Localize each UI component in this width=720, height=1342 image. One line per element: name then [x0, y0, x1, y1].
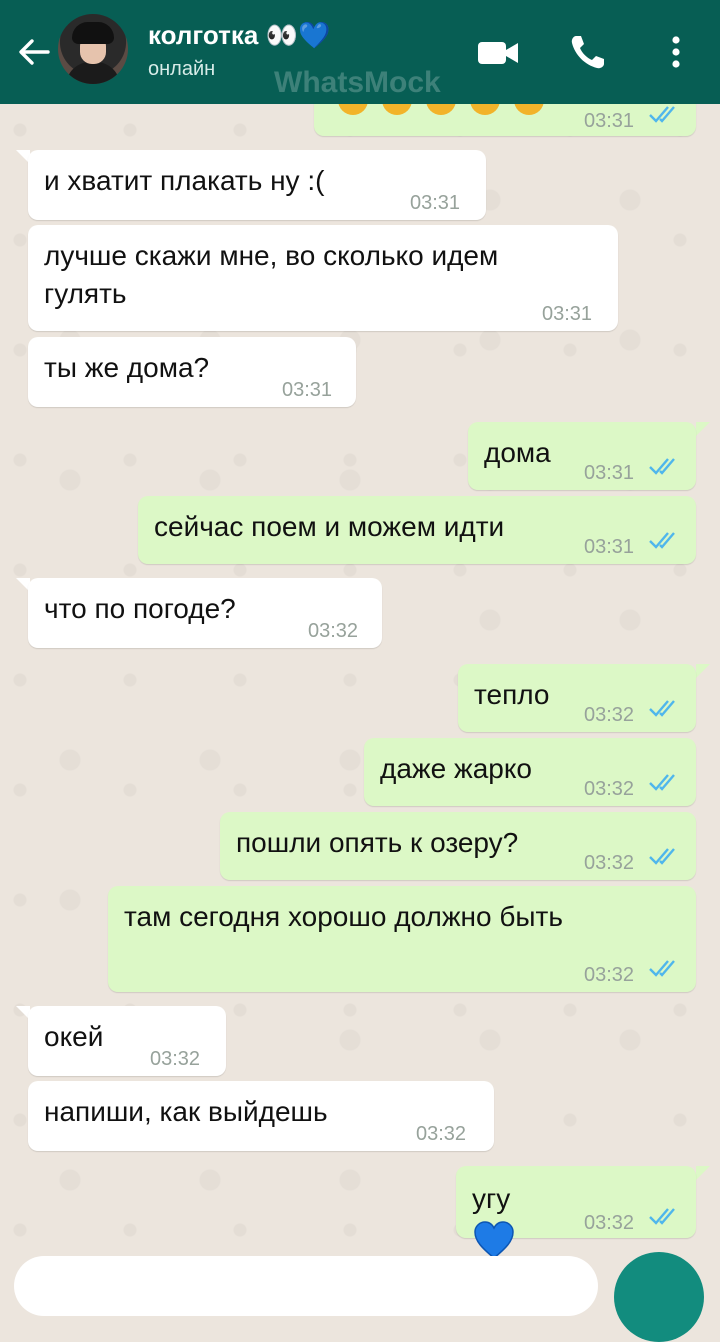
message-text: угу — [472, 1180, 516, 1262]
double-check-icon — [649, 960, 675, 977]
message-text: там сегодня хорошо должно быть — [124, 901, 563, 932]
message-time: 03:31 — [282, 379, 333, 401]
back-arrow-icon[interactable] — [14, 32, 54, 72]
message-time: 03:32 — [584, 964, 635, 986]
watermark: WhatsMock — [274, 66, 441, 99]
message-time: 03:32 — [584, 778, 635, 800]
message-time: 03:32 — [150, 1048, 201, 1070]
mic-button[interactable] — [614, 1252, 704, 1342]
message-time: 03:32 — [584, 1212, 635, 1234]
message-bubble-incoming[interactable]: и хватит плакать ну :( 03:31 — [28, 150, 486, 220]
double-check-icon — [649, 458, 675, 475]
message-bubble-outgoing[interactable]: дома 03:31 — [468, 422, 696, 490]
message-bubble-incoming[interactable]: ты же дома? 03:31 — [28, 337, 356, 407]
message-bubble-outgoing[interactable]: там сегодня хорошо должно быть 03:32 — [108, 886, 696, 992]
message-text: сейчас поем и можем идти — [154, 511, 505, 542]
contact-status: онлайн — [148, 58, 216, 80]
message-text: пошли опять к озеру? — [236, 827, 519, 858]
message-bubble-incoming[interactable]: что по погоде? 03:32 — [28, 578, 382, 648]
message-time: 03:31 — [584, 110, 635, 132]
more-vert-icon[interactable] — [654, 30, 698, 74]
message-time: 03:32 — [584, 704, 635, 726]
double-check-icon — [649, 106, 675, 123]
phone-icon[interactable] — [566, 30, 610, 74]
message-bubble-outgoing[interactable]: даже жарко 03:32 — [364, 738, 696, 806]
message-bubble-incoming[interactable]: напиши, как выйдешь 03:32 — [28, 1081, 494, 1151]
double-check-icon — [649, 700, 675, 717]
message-bubble-incoming[interactable]: окей 03:32 — [28, 1006, 226, 1076]
message-time: 03:31 — [410, 192, 461, 214]
message-bubble-outgoing[interactable]: пошли опять к озеру? 03:32 — [220, 812, 696, 880]
message-time: 03:31 — [584, 536, 635, 558]
double-check-icon — [649, 774, 675, 791]
contact-name[interactable]: колготка 👀💙 — [148, 20, 330, 51]
message-text-value: угу — [472, 1183, 511, 1214]
double-check-icon — [649, 532, 675, 549]
message-text: дома — [484, 437, 551, 468]
message-input-field[interactable] — [14, 1256, 598, 1316]
message-text: напиши, как выйдешь — [44, 1096, 328, 1127]
message-text: что по погоде? — [44, 593, 236, 624]
message-text: окей — [44, 1021, 104, 1052]
message-text: тепло — [474, 679, 550, 710]
message-bubble-incoming[interactable]: лучше скажи мне, во сколько идем гулять … — [28, 225, 618, 331]
message-time: 03:31 — [584, 462, 635, 484]
message-text: ты же дома? — [44, 352, 210, 383]
message-bubble-outgoing[interactable]: тепло 03:32 — [458, 664, 696, 732]
message-time: 03:32 — [416, 1123, 467, 1145]
message-text: лучше скажи мне, во сколько идем гулять — [44, 240, 499, 309]
contact-avatar[interactable] — [58, 14, 128, 84]
message-bubble-outgoing[interactable]: угу 03:32 — [456, 1166, 696, 1259]
message-time: 03:31 — [542, 303, 593, 325]
message-text: и хватит плакать ну :( — [44, 165, 325, 196]
video-call-icon[interactable] — [476, 30, 520, 74]
double-check-icon — [649, 848, 675, 865]
message-bubble-outgoing[interactable]: сейчас поем и можем идти 03:31 — [138, 496, 696, 564]
message-time: 03:32 — [584, 852, 635, 874]
double-check-icon — [649, 1208, 675, 1225]
message-text: даже жарко — [380, 753, 533, 784]
message-time: 03:32 — [308, 620, 359, 642]
